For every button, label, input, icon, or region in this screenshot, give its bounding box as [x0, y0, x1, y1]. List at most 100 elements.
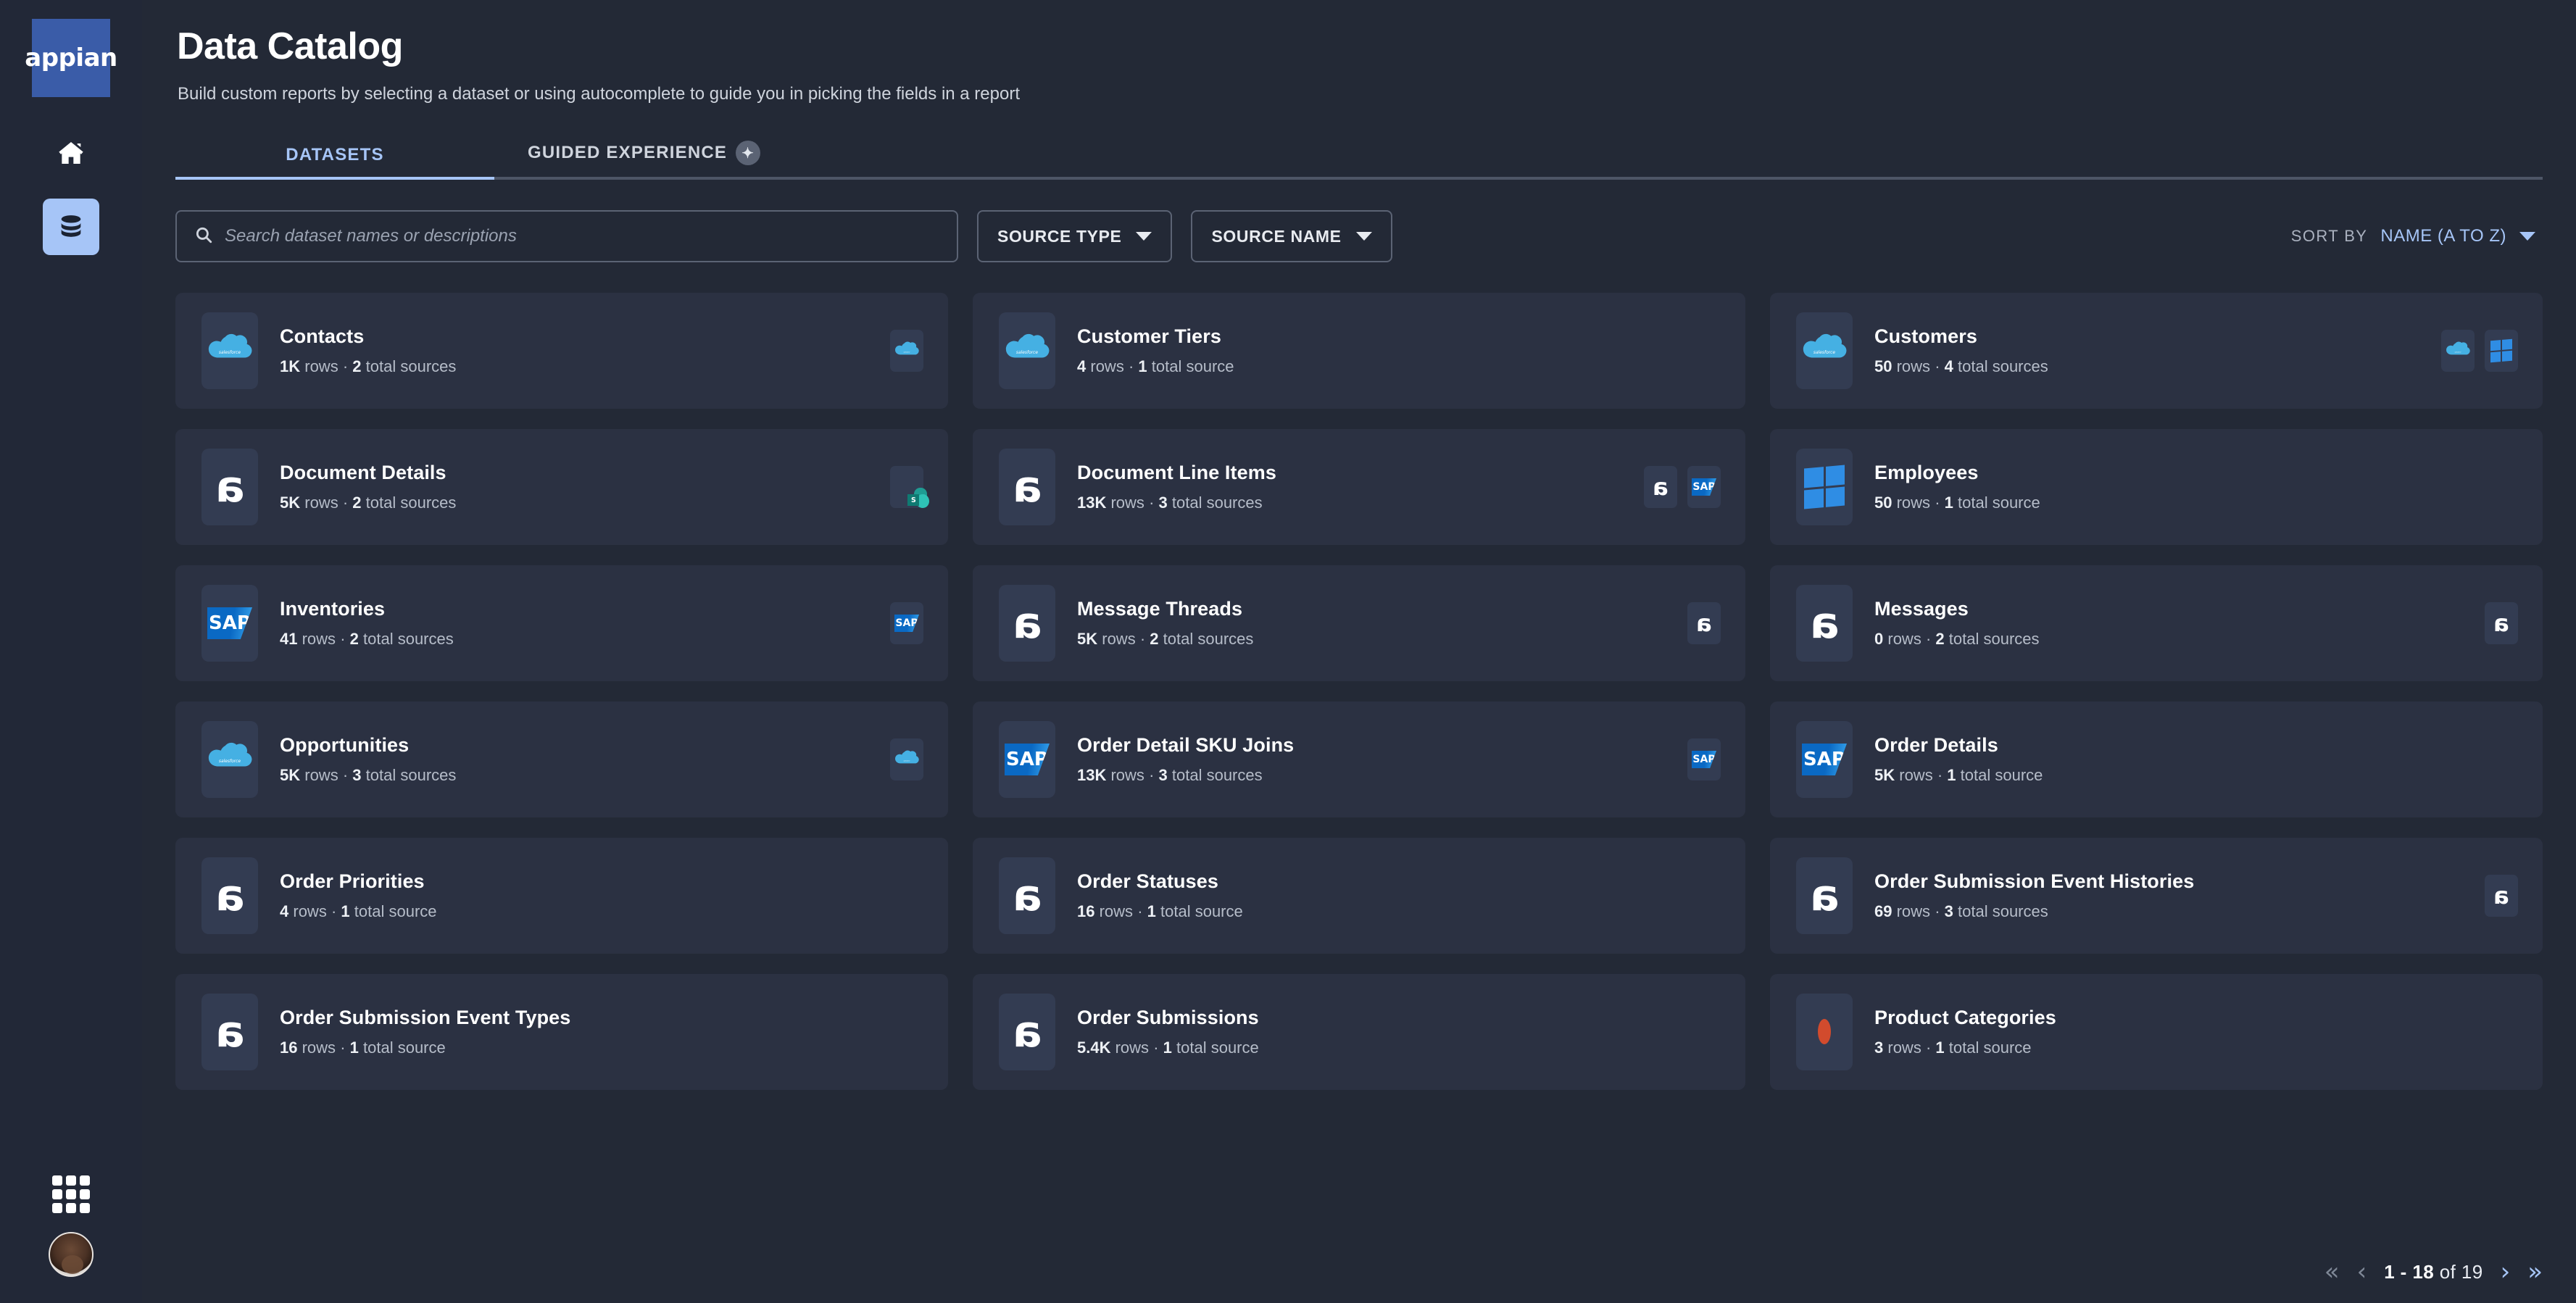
dataset-meta: 50 rows · 1 total source	[1874, 494, 2040, 512]
database-icon	[57, 212, 86, 241]
sidebar-item-data[interactable]	[43, 199, 99, 255]
dataset-rows-unit: rows	[304, 766, 338, 784]
appian-logo-icon: a	[1809, 598, 1840, 649]
prev-page-button[interactable]: ‹	[2357, 1260, 2367, 1284]
source-badge[interactable]	[2485, 330, 2518, 372]
dataset-sources-unit: total source	[354, 902, 437, 920]
chevron-down-icon	[1136, 232, 1152, 241]
dataset-info: Inventories 41 rows · 2 total sources	[280, 598, 454, 649]
page-title: Data Catalog	[177, 25, 403, 67]
dataset-meta: 16 rows · 1 total source	[1077, 902, 1243, 921]
source-badge[interactable]: a	[2485, 875, 2518, 917]
dataset-card[interactable]: Employees 50 rows · 1 total source	[1770, 429, 2543, 545]
dataset-rows-unit: rows	[1090, 357, 1124, 375]
dataset-meta: 16 rows · 1 total source	[280, 1038, 570, 1057]
dataset-meta: 13K rows · 3 total sources	[1077, 766, 1294, 785]
dataset-rows-unit: rows	[1110, 766, 1144, 784]
meta-separator: ·	[1153, 1038, 1159, 1057]
dataset-info: Document Details 5K rows · 2 total sourc…	[280, 462, 456, 512]
sidebar-bottom	[0, 1175, 142, 1277]
dataset-sources-unit: total sources	[1948, 630, 2040, 648]
dataset-title: Order Statuses	[1077, 870, 1218, 892]
dataset-rows-unit: rows	[1887, 1038, 1921, 1057]
appian-logo[interactable]: appian	[25, 19, 117, 97]
grid-apps-icon[interactable]	[52, 1175, 90, 1213]
source-badge[interactable]: S	[890, 466, 929, 509]
dataset-sources-unit: total sources	[1171, 494, 1263, 512]
tab-guided-experience[interactable]: GUIDED EXPERIENCE ✦	[528, 141, 761, 177]
dataset-source-icon: a	[999, 585, 1055, 662]
dataset-row-count: 0	[1874, 630, 1884, 648]
meta-separator: ·	[1925, 630, 1932, 648]
dataset-card[interactable]: a Document Details 5K rows · 2 total sou…	[175, 429, 948, 545]
dataset-card[interactable]: SAP Order Details 5K rows · 1 total sour…	[1770, 702, 2543, 817]
meta-separator: ·	[342, 357, 349, 375]
tab-guided-experience-label: GUIDED EXPERIENCE	[528, 143, 728, 162]
source-badge[interactable]: salesforce	[890, 738, 923, 780]
dataset-source-icon: SAP	[1796, 721, 1853, 798]
dataset-source-badges: a	[1687, 602, 1721, 644]
dataset-card[interactable]: SAP Inventories 41 rows · 2 total source…	[175, 565, 948, 681]
sidebar-item-home[interactable]	[43, 125, 99, 181]
dataset-row-count: 5K	[1874, 766, 1895, 784]
source-badge[interactable]: a	[1644, 466, 1677, 508]
source-badge[interactable]: SAP	[1687, 738, 1721, 780]
dataset-card[interactable]: a Order Submissions 5.4K rows · 1 total …	[973, 974, 1745, 1090]
dataset-card[interactable]: a Message Threads 5K rows · 2 total sour…	[973, 565, 1745, 681]
sap-logo-icon: SAP	[1692, 751, 1716, 768]
filter-source-type[interactable]: SOURCE TYPE	[977, 210, 1173, 262]
dataset-source-count: 2	[349, 630, 359, 648]
chevron-down-icon[interactable]	[2519, 232, 2535, 241]
tab-datasets[interactable]: DATASETS	[175, 145, 494, 180]
dataset-card[interactable]: a Document Line Items 13K rows · 3 total…	[973, 429, 1745, 545]
oracle-logo-icon	[1818, 1019, 1831, 1044]
dataset-meta: 5.4K rows · 1 total source	[1077, 1038, 1259, 1057]
appian-logo-icon: a	[2493, 609, 2509, 637]
dataset-card[interactable]: Product Categories 3 rows · 1 total sour…	[1770, 974, 2543, 1090]
dataset-source-icon	[1796, 994, 1853, 1070]
dataset-info: Employees 50 rows · 1 total source	[1874, 462, 2040, 512]
dataset-card[interactable]: a Messages 0 rows · 2 total sources a	[1770, 565, 2543, 681]
svg-text:salesforce: salesforce	[1016, 350, 1039, 355]
dataset-source-badges: salesforce	[2441, 330, 2518, 372]
dataset-title: Message Threads	[1077, 598, 1243, 620]
dataset-source-icon: a	[1796, 857, 1853, 934]
dataset-card[interactable]: a Order Submission Event Types 16 rows ·…	[175, 974, 948, 1090]
dataset-source-badges: a SAP	[1644, 466, 1721, 508]
dataset-rows-unit: rows	[1099, 902, 1134, 920]
dataset-card[interactable]: a Order Statuses 16 rows · 1 total sourc…	[973, 838, 1745, 954]
dataset-row-count: 50	[1874, 357, 1892, 375]
range-start: 1	[2384, 1260, 2396, 1283]
dataset-card[interactable]: SAP Order Detail SKU Joins 13K rows · 3 …	[973, 702, 1745, 817]
dataset-source-count: 2	[352, 357, 362, 375]
dataset-card[interactable]: salesforce Contacts 1K rows · 2 total so…	[175, 293, 948, 409]
dataset-card[interactable]: a Order Priorities 4 rows · 1 total sour…	[175, 838, 948, 954]
dataset-card[interactable]: salesforce Customers 50 rows · 4 total s…	[1770, 293, 2543, 409]
sort-value[interactable]: NAME (A TO Z)	[2380, 226, 2506, 246]
dataset-source-badges: salesforce	[890, 738, 923, 780]
meta-separator: ·	[1128, 357, 1134, 375]
dataset-row-count: 4	[1077, 357, 1087, 375]
dataset-info: Messages 0 rows · 2 total sources	[1874, 598, 2040, 649]
dataset-info: Order Submission Event Types 16 rows · 1…	[280, 1007, 570, 1057]
dataset-card[interactable]: salesforce Customer Tiers 4 rows · 1 tot…	[973, 293, 1745, 409]
search-input[interactable]: Search dataset names or descriptions	[175, 210, 958, 262]
dataset-row-count: 41	[280, 630, 298, 648]
last-page-button[interactable]: »	[2527, 1260, 2543, 1284]
source-badge[interactable]: SAP	[890, 602, 923, 644]
dataset-row-count: 50	[1874, 494, 1892, 512]
filter-source-name[interactable]: SOURCE NAME	[1191, 210, 1392, 262]
avatar[interactable]	[49, 1232, 94, 1277]
source-badge[interactable]: a	[2485, 602, 2518, 644]
next-page-button[interactable]: ›	[2501, 1260, 2511, 1284]
source-badge[interactable]: salesforce	[890, 330, 923, 372]
dataset-card[interactable]: a Order Submission Event Histories 69 ro…	[1770, 838, 2543, 954]
first-page-button[interactable]: «	[2324, 1260, 2340, 1284]
filter-source-name-label: SOURCE NAME	[1211, 226, 1342, 246]
dataset-meta: 5K rows · 2 total sources	[280, 494, 456, 512]
source-badge[interactable]: salesforce	[2441, 330, 2475, 372]
source-badge[interactable]: SAP	[1687, 466, 1721, 508]
dataset-sources-unit: total source	[1960, 766, 2043, 784]
dataset-card[interactable]: salesforce Opportunities 5K rows · 3 tot…	[175, 702, 948, 817]
source-badge[interactable]: a	[1687, 602, 1721, 644]
